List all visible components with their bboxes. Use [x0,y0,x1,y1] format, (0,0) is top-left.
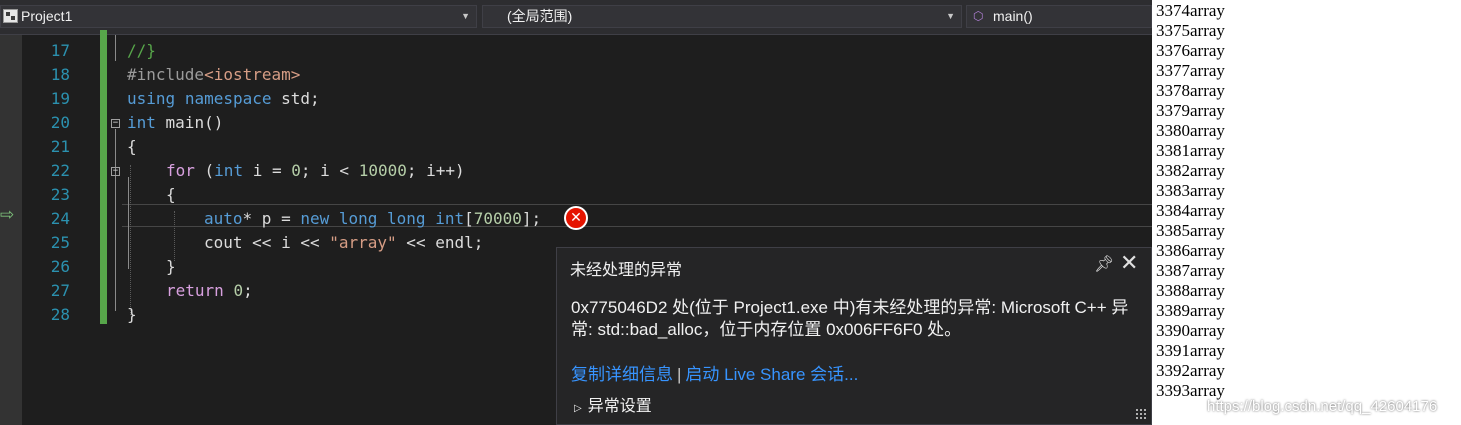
code-line-23: { [166,185,176,204]
chevron-down-icon: ▼ [946,11,955,21]
fold-line [115,129,116,311]
code-line-22: for (int i = 0; i < 10000; i++) [166,161,465,180]
scope-label: (全局范围) [507,8,573,24]
code-line-20: int main() [127,113,224,132]
code-line-27: return 0; [166,281,253,300]
console-line: 3381array [1156,141,1225,160]
code-line-17: //} [127,41,156,60]
console-line: 3376array [1156,41,1225,60]
line-number: 17 [50,41,70,60]
line-number: 21 [50,137,70,156]
project-icon [3,9,18,23]
code-line-24: auto* p = new long long int[70000]; [204,209,542,228]
line-number: 18 [50,65,70,84]
collapse-toggle-icon[interactable]: − [111,167,120,176]
link-separator: | [677,365,682,384]
expand-triangle-icon: ▷ [574,403,582,414]
line-number: 26 [50,257,70,276]
indent-guide [174,211,175,261]
function-cube-icon: ⬡ [973,9,984,23]
line-number: 24 [50,209,70,228]
code-line-21: { [127,137,137,156]
line-number: 27 [50,281,70,300]
console-line: 3385array [1156,221,1225,240]
console-line: 3374array [1156,1,1225,20]
console-line: 3387array [1156,261,1225,280]
project-dropdown[interactable]: Project1 ▼ [0,5,477,28]
copy-details-link[interactable]: 复制详细信息 [571,365,673,384]
close-icon[interactable]: ✕ [1120,250,1138,276]
console-line: 3382array [1156,161,1225,180]
console-line: 3380array [1156,121,1225,140]
line-number: 25 [50,233,70,252]
line-number: 22 [50,161,70,180]
indent-guide [130,165,131,315]
line-number: 19 [50,89,70,108]
project-label: Project1 [21,8,73,24]
console-line: 3386array [1156,241,1225,260]
execution-arrow-icon: ⇨ [0,205,15,224]
console-output: 3374array 3375array 3376array 3377array … [1152,0,1461,425]
console-line: 3379array [1156,101,1225,120]
console-line: 3383array [1156,181,1225,200]
line-number: 20 [50,113,70,132]
console-line: 3391array [1156,341,1225,360]
code-line-26: } [166,257,176,276]
code-line-25: cout << i << "array" << endl; [204,233,484,252]
console-line: 3392array [1156,361,1225,380]
console-line: 3377array [1156,61,1225,80]
function-dropdown[interactable]: ⬡ main() [966,5,1152,28]
live-share-link[interactable]: 启动 Live Share 会话... [685,365,858,384]
popup-links: 复制详细信息 | 启动 Live Share 会话... [571,360,858,385]
navigation-bar: Project1 ▼ (全局范围) ▼ ⬡ main() [0,0,1152,35]
line-number: 28 [50,305,70,324]
console-line: 3375array [1156,21,1225,40]
resize-grip-icon[interactable] [1135,408,1147,420]
collapse-toggle-icon[interactable]: − [111,119,120,128]
function-label: main() [993,8,1033,24]
chevron-down-icon: ▼ [461,11,470,21]
code-line-18: #include<iostream> [127,65,301,84]
exception-settings-toggle[interactable]: ▷ 异常设置 [574,392,652,416]
line-number: 23 [50,185,70,204]
pin-icon[interactable]: 📌︎ [1094,254,1114,274]
indicator-margin[interactable] [0,35,22,425]
exception-popup: 未经处理的异常 📌︎ ✕ 0x775046D2 处(位于 Project1.ex… [556,247,1152,425]
console-line: 3384array [1156,201,1225,220]
fold-line [128,177,129,269]
watermark: https://blog.csdn.net/qq_42604176 [1207,398,1438,415]
code-line-19: using namespace std; [127,89,320,108]
error-icon[interactable]: ✕ [564,206,588,230]
console-line: 3388array [1156,281,1225,300]
fold-line [115,35,116,61]
console-line: 3389array [1156,301,1225,320]
exception-message: 0x775046D2 处(位于 Project1.exe 中)有未经处理的异常:… [571,298,1129,339]
console-line: 3378array [1156,81,1225,100]
console-line: 3390array [1156,321,1225,340]
scope-dropdown[interactable]: (全局范围) ▼ [482,5,962,28]
code-editor[interactable]: Project1 ▼ (全局范围) ▼ ⬡ main() ⇨ 17 18 19 … [0,0,1152,425]
exception-settings-label: 异常设置 [587,398,652,415]
code-line-28: } [127,305,137,324]
popup-title: 未经处理的异常 [570,262,683,279]
